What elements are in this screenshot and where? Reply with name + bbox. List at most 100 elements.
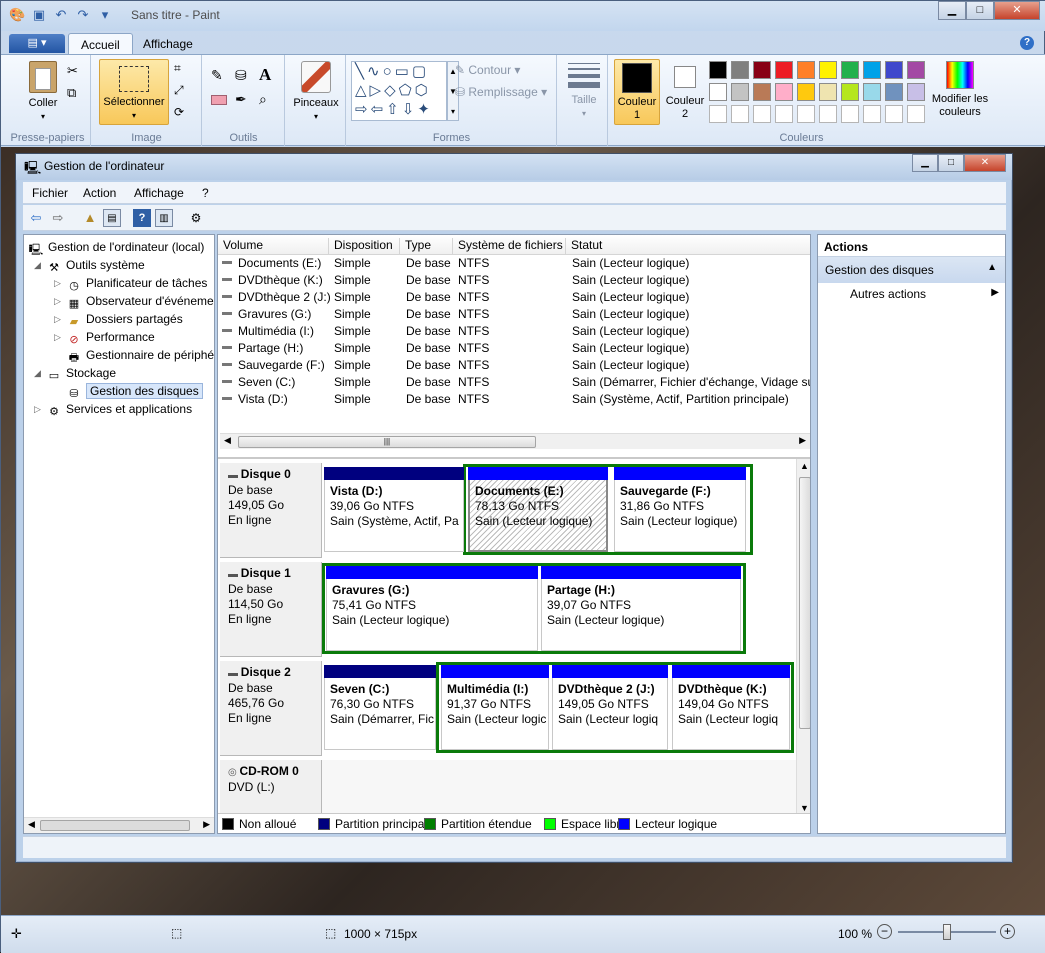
minimize-button[interactable]: ▁: [938, 1, 966, 20]
partition-block[interactable]: DVDthèque 2 (J:) 149,05 Go NTFS Sain (Lect…: [552, 665, 668, 750]
collapse-arrow-icon[interactable]: ◢: [34, 256, 41, 274]
expand-arrow-icon[interactable]: ▷: [54, 310, 61, 328]
palette-swatch[interactable]: [709, 61, 727, 79]
fill-bucket-icon[interactable]: ⛁: [235, 67, 247, 84]
paint-menu-button[interactable]: ▤ ▾: [9, 34, 65, 53]
custom-color-slot[interactable]: [907, 105, 925, 123]
scroll-up-icon[interactable]: ▲: [800, 461, 809, 471]
scroll-down-icon[interactable]: ▼: [800, 803, 809, 813]
paste-button[interactable]: Coller ▾: [23, 61, 63, 123]
col-disposition[interactable]: Disposition: [329, 238, 400, 255]
undo-icon[interactable]: ↶: [53, 7, 69, 23]
resize-icon[interactable]: ⤢: [174, 83, 184, 98]
scroll-left-icon[interactable]: ◀: [224, 435, 231, 446]
col-filesystem[interactable]: Système de fichiers: [453, 238, 566, 255]
palette-swatch[interactable]: [841, 61, 859, 79]
table-row[interactable]: ▬ DVDthèque 2 (J:) Simple De base NTFS Sain (…: [218, 289, 810, 306]
tree-task-scheduler[interactable]: ◷ Planificateur de tâches: [66, 274, 207, 292]
disk-info[interactable]: ▬ Disque 2 De base 465,76 Go En ligne: [220, 661, 322, 756]
forward-arrow-icon[interactable]: ⇨: [49, 209, 67, 227]
col-volume[interactable]: Volume: [218, 238, 329, 255]
zoom-slider[interactable]: [898, 924, 996, 940]
table-row[interactable]: ▬ Partage (H:) Simple De base NTFS Sain (Lect…: [218, 340, 810, 357]
custom-color-slot[interactable]: [709, 105, 727, 123]
help-book-icon[interactable]: ?: [133, 209, 151, 227]
palette-swatch[interactable]: [907, 83, 925, 101]
cm-maximize-button[interactable]: □: [938, 154, 964, 172]
custom-color-slot[interactable]: [797, 105, 815, 123]
palette-swatch[interactable]: [775, 61, 793, 79]
cm-close-button[interactable]: ✕: [964, 154, 1006, 172]
table-row[interactable]: ▬ Seven (C:) Simple De base NTFS Sain (Démarr…: [218, 374, 810, 391]
expand-arrow-icon[interactable]: ▷: [54, 292, 61, 310]
rotate-icon[interactable]: ⟳: [174, 105, 184, 119]
expand-arrow-icon[interactable]: ▷: [34, 400, 41, 418]
tree-system-tools[interactable]: ⚒ Outils système: [46, 256, 145, 274]
redo-icon[interactable]: ↷: [75, 7, 91, 23]
paint-app-icon[interactable]: 🎨: [9, 7, 25, 23]
tree-hscroll-thumb[interactable]: [40, 820, 190, 831]
palette-swatch[interactable]: [863, 83, 881, 101]
tree-storage[interactable]: ▭ Stockage: [46, 364, 116, 382]
properties-icon[interactable]: ⚙: [187, 209, 205, 227]
zoom-slider-thumb[interactable]: [943, 924, 951, 940]
crop-icon[interactable]: ⌗: [174, 61, 181, 76]
zoom-out-button[interactable]: −: [877, 924, 892, 939]
table-row[interactable]: ▬ Vista (D:) Simple De base NTFS Sain (Systèm…: [218, 391, 810, 408]
palette-swatch[interactable]: [797, 83, 815, 101]
palette-swatch[interactable]: [797, 61, 815, 79]
color-picker-icon[interactable]: ✒: [235, 91, 247, 108]
scroll-right-icon[interactable]: ▶: [799, 435, 806, 446]
disk-vscroll-thumb[interactable]: [799, 477, 810, 729]
palette-swatch[interactable]: [863, 61, 881, 79]
palette-swatch[interactable]: [709, 83, 727, 101]
custom-color-slot[interactable]: [731, 105, 749, 123]
palette-swatch[interactable]: [885, 83, 903, 101]
tree-shared-folders[interactable]: ▰ Dossiers partagés: [66, 310, 183, 328]
custom-color-slot[interactable]: [841, 105, 859, 123]
palette-swatch[interactable]: [753, 61, 771, 79]
menu-fichier[interactable]: Fichier: [32, 186, 68, 200]
fill-button[interactable]: ⛁ Remplissage ▾: [455, 85, 547, 99]
table-row[interactable]: ▬ Documents (E:) Simple De base NTFS Sain (Le…: [218, 255, 810, 272]
palette-swatch[interactable]: [841, 83, 859, 101]
partition-block[interactable]: Seven (C:) 76,30 Go NTFS Sain (Démarrer, F…: [324, 665, 436, 750]
palette-swatch[interactable]: [731, 61, 749, 79]
tree-disk-management[interactable]: ⛁ Gestion des disques: [66, 382, 203, 400]
maximize-button[interactable]: □: [966, 1, 994, 20]
tree-device-manager[interactable]: 🖶 Gestionnaire de périphé: [66, 346, 214, 364]
customize-qat-icon[interactable]: ▾: [97, 7, 113, 23]
palette-swatch[interactable]: [819, 83, 837, 101]
up-folder-icon[interactable]: ▲: [81, 209, 99, 227]
menu-affichage[interactable]: Affichage: [134, 186, 184, 200]
cm-minimize-button[interactable]: ▁: [912, 154, 938, 172]
size-button[interactable]: Taille ▾: [564, 63, 604, 120]
disk-info[interactable]: ▬ Disque 1 De base 114,50 Go En ligne: [220, 562, 322, 657]
tab-affichage[interactable]: Affichage: [131, 33, 205, 55]
select-button[interactable]: Sélectionner ▾: [99, 59, 169, 125]
partition-block[interactable]: Vista (D:) 39,06 Go NTFS Sain (Système, Ac…: [324, 467, 464, 552]
show-action-pane-icon[interactable]: ▥: [155, 209, 173, 227]
brushes-button[interactable]: Pinceaux ▾: [290, 61, 342, 123]
tree-performance[interactable]: ⊘ Performance: [66, 328, 154, 346]
text-tool-icon[interactable]: A: [259, 65, 271, 85]
zoom-in-button[interactable]: +: [1000, 924, 1015, 939]
tree-event-viewer[interactable]: ▦ Observateur d'événeme: [66, 292, 214, 310]
scroll-left-icon[interactable]: ◀: [28, 819, 35, 830]
menu-help[interactable]: ?: [202, 186, 209, 200]
collapse-section-icon[interactable]: ▲: [987, 262, 997, 273]
palette-swatch[interactable]: [753, 83, 771, 101]
outline-button[interactable]: ✎ Contour ▾: [455, 63, 520, 77]
palette-swatch[interactable]: [775, 83, 793, 101]
table-row[interactable]: ▬ DVDthèque (K:) Simple De base NTFS Sain (Le…: [218, 272, 810, 289]
partition-block[interactable]: Sauvegarde (F:) 31,86 Go NTFS Sain (Lecteu…: [614, 467, 746, 552]
collapse-arrow-icon[interactable]: ◢: [34, 364, 41, 382]
custom-color-slot[interactable]: [753, 105, 771, 123]
pencil-icon[interactable]: ✎: [211, 67, 223, 84]
palette-swatch[interactable]: [885, 61, 903, 79]
expand-arrow-icon[interactable]: ▷: [54, 328, 61, 346]
palette-swatch[interactable]: [819, 61, 837, 79]
copy-icon[interactable]: ⧉: [67, 85, 76, 101]
partition-block[interactable]: Multimédia (I:) 91,37 Go NTFS Sain (Lecteu…: [441, 665, 549, 750]
color2-button[interactable]: Couleur 2: [662, 59, 708, 125]
